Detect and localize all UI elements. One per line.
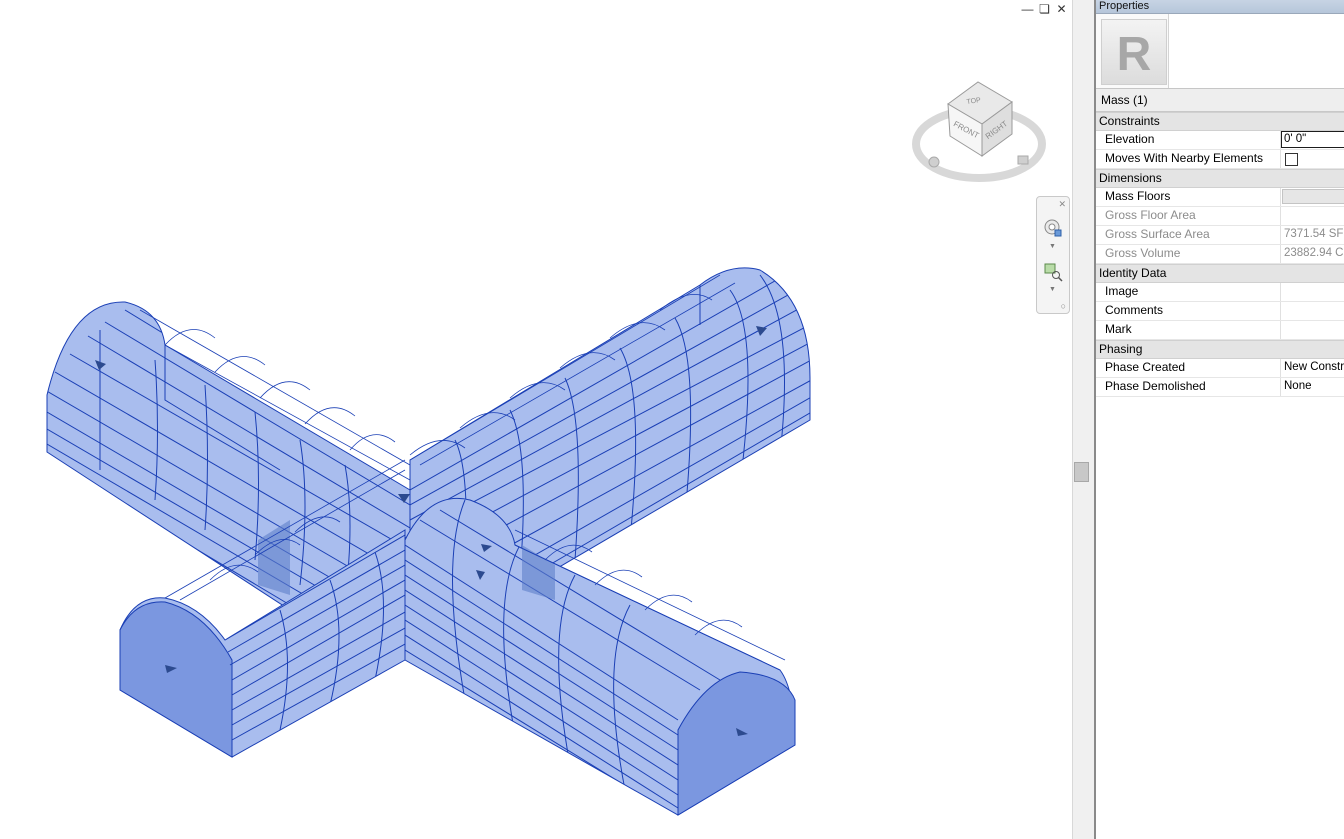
prop-row-comments[interactable]: Comments [1096,302,1344,321]
navbar-close-icon[interactable]: ✕ [1058,199,1066,210]
navbar-options-icon[interactable]: ○ [1061,301,1066,311]
scroll-grip[interactable] [1074,462,1089,482]
revit-logo-icon: R [1117,28,1152,81]
mass-arm-southeast[interactable] [404,497,796,818]
prop-name: Comments [1096,302,1281,320]
prop-row-phase-demolished[interactable]: Phase Demolished None [1096,378,1344,397]
group-header-phasing[interactable]: Phasing [1096,340,1344,359]
prop-value: 7371.54 SF [1284,228,1344,240]
type-selector-dropdown[interactable] [1168,14,1344,88]
image-value[interactable] [1281,283,1344,301]
prop-name: Gross Floor Area [1096,207,1281,225]
prop-value [1281,207,1344,225]
moves-with-nearby-checkbox[interactable] [1285,153,1298,166]
prop-name: Image [1096,283,1281,301]
group-header-identity-data[interactable]: Identity Data [1096,264,1344,283]
prop-row-phase-created[interactable]: Phase Created New Construction [1096,359,1344,378]
mark-input[interactable] [1281,321,1344,339]
steering-wheel-icon[interactable] [1042,217,1064,239]
prop-row-mass-floors[interactable]: Mass Floors [1096,188,1344,207]
3d-view-canvas[interactable]: — ❏ ✕ TOP FRONT RIGHT ✕ ▼ ▼ ○ [0,0,1072,839]
prop-name: Elevation [1096,131,1281,149]
comments-input[interactable] [1281,302,1344,320]
viewcube-compass-w-icon[interactable] [928,156,940,168]
prop-row-moves-with-nearby[interactable]: Moves With Nearby Elements [1096,150,1344,169]
prop-row-gross-floor-area: Gross Floor Area [1096,207,1344,226]
minimize-icon[interactable]: — [1021,3,1034,16]
viewcube-compass-s-icon[interactable] [1017,155,1029,165]
prop-value [1281,150,1344,168]
mass-floors-edit-button[interactable] [1282,189,1344,204]
phase-created-select[interactable]: New Construction [1281,359,1344,377]
view-properties-splitter[interactable] [1072,0,1095,839]
prop-name: Phase Created [1096,359,1281,377]
viewcube[interactable]: TOP FRONT RIGHT [912,74,1052,190]
navigation-bar[interactable]: ✕ ▼ ▼ ○ [1036,196,1070,314]
prop-row-image[interactable]: Image [1096,283,1344,302]
prop-name: Moves With Nearby Elements [1096,150,1281,168]
close-icon[interactable]: ✕ [1055,3,1068,16]
prop-row-gross-volume: Gross Volume 23882.94 CF [1096,245,1344,264]
zoom-region-icon[interactable] [1042,261,1064,283]
prop-value [1281,188,1344,206]
type-thumbnail: R [1101,19,1167,85]
prop-name: Gross Surface Area [1096,226,1281,244]
group-header-dimensions[interactable]: Dimensions [1096,169,1344,188]
phase-demolished-select[interactable]: None [1281,378,1344,396]
prop-name: Gross Volume [1096,245,1281,263]
prop-row-elevation[interactable]: Elevation 0' 0" [1096,131,1344,150]
selection-filter[interactable]: Mass (1) [1096,89,1344,112]
group-header-constraints[interactable]: Constraints [1096,112,1344,131]
prop-name: Mark [1096,321,1281,339]
prop-row-gross-surface-area: Gross Surface Area 7371.54 SF [1096,226,1344,245]
type-selector[interactable]: R [1096,14,1344,89]
chevron-down-icon[interactable]: ▼ [1049,243,1056,250]
prop-row-mark[interactable]: Mark [1096,321,1344,340]
chevron-down-icon[interactable]: ▼ [1049,286,1056,293]
prop-name: Mass Floors [1096,188,1281,206]
properties-palette: Properties R Mass (1) Constraints Elevat… [1094,0,1344,839]
view-window-controls: — ❏ ✕ [1021,3,1068,16]
prop-value: 23882.94 CF [1284,247,1344,259]
prop-name: Phase Demolished [1096,378,1281,396]
elevation-input[interactable]: 0' 0" [1281,131,1344,148]
properties-title[interactable]: Properties [1096,0,1344,14]
restore-icon[interactable]: ❏ [1038,3,1051,16]
